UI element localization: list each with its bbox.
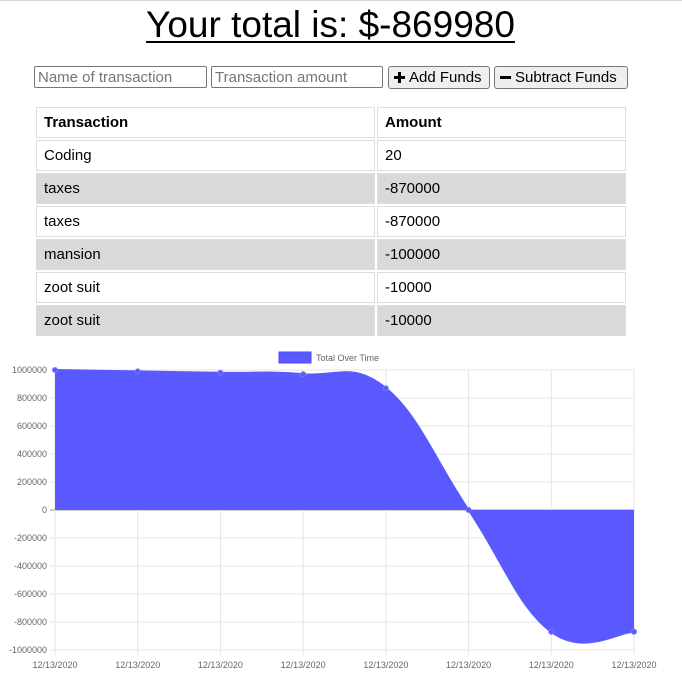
x-tick-label: 12/13/2020 bbox=[32, 660, 77, 670]
series-area bbox=[55, 370, 634, 643]
transaction-amount-cell: -870000 bbox=[377, 173, 626, 204]
data-point bbox=[631, 628, 637, 635]
x-tick-label: 12/13/2020 bbox=[115, 660, 160, 670]
table-row: Coding 20 bbox=[36, 140, 626, 171]
y-tick-label: 0 bbox=[42, 505, 47, 515]
data-point bbox=[465, 507, 472, 513]
total-heading: Your total is: $-869980 bbox=[0, 2, 661, 48]
header-transaction: Transaction bbox=[36, 107, 375, 138]
x-tick-label: 12/13/2020 bbox=[363, 660, 408, 670]
y-tick-label: -400000 bbox=[14, 561, 47, 571]
header-amount: Amount bbox=[377, 107, 626, 138]
x-tick-label: 12/13/2020 bbox=[281, 660, 326, 670]
x-tick-label: 12/13/2020 bbox=[529, 660, 574, 670]
plus-icon bbox=[394, 72, 405, 83]
data-point bbox=[217, 369, 224, 376]
transaction-name-cell: mansion bbox=[36, 239, 375, 270]
transactions-table: Transaction Amount Coding 20 taxes -8700… bbox=[34, 105, 628, 338]
y-tick-label: -800000 bbox=[14, 617, 47, 627]
table-row: taxes -870000 bbox=[36, 173, 626, 204]
add-funds-label: Add Funds bbox=[409, 69, 482, 86]
table-row: zoot suit -10000 bbox=[36, 305, 626, 336]
transaction-name-cell: taxes bbox=[36, 206, 375, 237]
table-row: zoot suit -10000 bbox=[36, 272, 626, 303]
legend-swatch bbox=[278, 351, 312, 364]
data-point bbox=[134, 368, 141, 375]
transactions-table-container[interactable]: Transaction Amount Coding 20 taxes -8700… bbox=[34, 105, 628, 343]
transaction-name-cell: zoot suit bbox=[36, 305, 375, 336]
table-row: mansion -100000 bbox=[36, 239, 626, 270]
transaction-amount-cell: -10000 bbox=[377, 305, 626, 336]
legend-label: Total Over Time bbox=[316, 353, 379, 363]
data-point bbox=[52, 367, 58, 373]
y-tick-label: 1000000 bbox=[12, 365, 47, 375]
table-row: taxes -870000 bbox=[36, 206, 626, 237]
transaction-name-cell: Coding bbox=[36, 140, 375, 171]
top-border bbox=[0, 0, 682, 1]
transaction-name-cell: zoot suit bbox=[36, 272, 375, 303]
x-tick-label: 12/13/2020 bbox=[446, 660, 491, 670]
total-text: Your total is: $-869980 bbox=[146, 4, 515, 45]
transaction-amount-cell: -10000 bbox=[377, 272, 626, 303]
transaction-amount-input[interactable] bbox=[211, 66, 383, 88]
transaction-name-cell: taxes bbox=[36, 173, 375, 204]
y-tick-label: 200000 bbox=[17, 477, 47, 487]
transaction-name-input[interactable] bbox=[34, 66, 207, 88]
y-tick-label: -600000 bbox=[14, 589, 47, 599]
y-tick-label: -200000 bbox=[14, 533, 47, 543]
y-tick-label: -1000000 bbox=[9, 645, 47, 655]
subtract-funds-button[interactable]: Subtract Funds bbox=[494, 66, 628, 89]
y-tick-label: 400000 bbox=[17, 449, 47, 459]
x-tick-label: 12/13/2020 bbox=[198, 660, 243, 670]
minus-icon bbox=[500, 76, 511, 79]
subtract-funds-label: Subtract Funds bbox=[515, 69, 617, 86]
x-tick-label: 12/13/2020 bbox=[611, 660, 656, 670]
transaction-amount-cell: 20 bbox=[377, 140, 626, 171]
data-point bbox=[300, 371, 307, 378]
y-tick-label: 600000 bbox=[17, 421, 47, 431]
transaction-amount-cell: -870000 bbox=[377, 206, 626, 237]
table-header-row: Transaction Amount bbox=[36, 107, 626, 138]
total-over-time-chart: 1000000 800000 600000 400000 200000 0 -200000 -… bbox=[9, 351, 657, 670]
data-point bbox=[382, 385, 389, 392]
data-point bbox=[548, 628, 555, 635]
add-funds-button[interactable]: Add Funds bbox=[388, 66, 490, 89]
transaction-amount-cell: -100000 bbox=[377, 239, 626, 270]
y-tick-label: 800000 bbox=[17, 393, 47, 403]
